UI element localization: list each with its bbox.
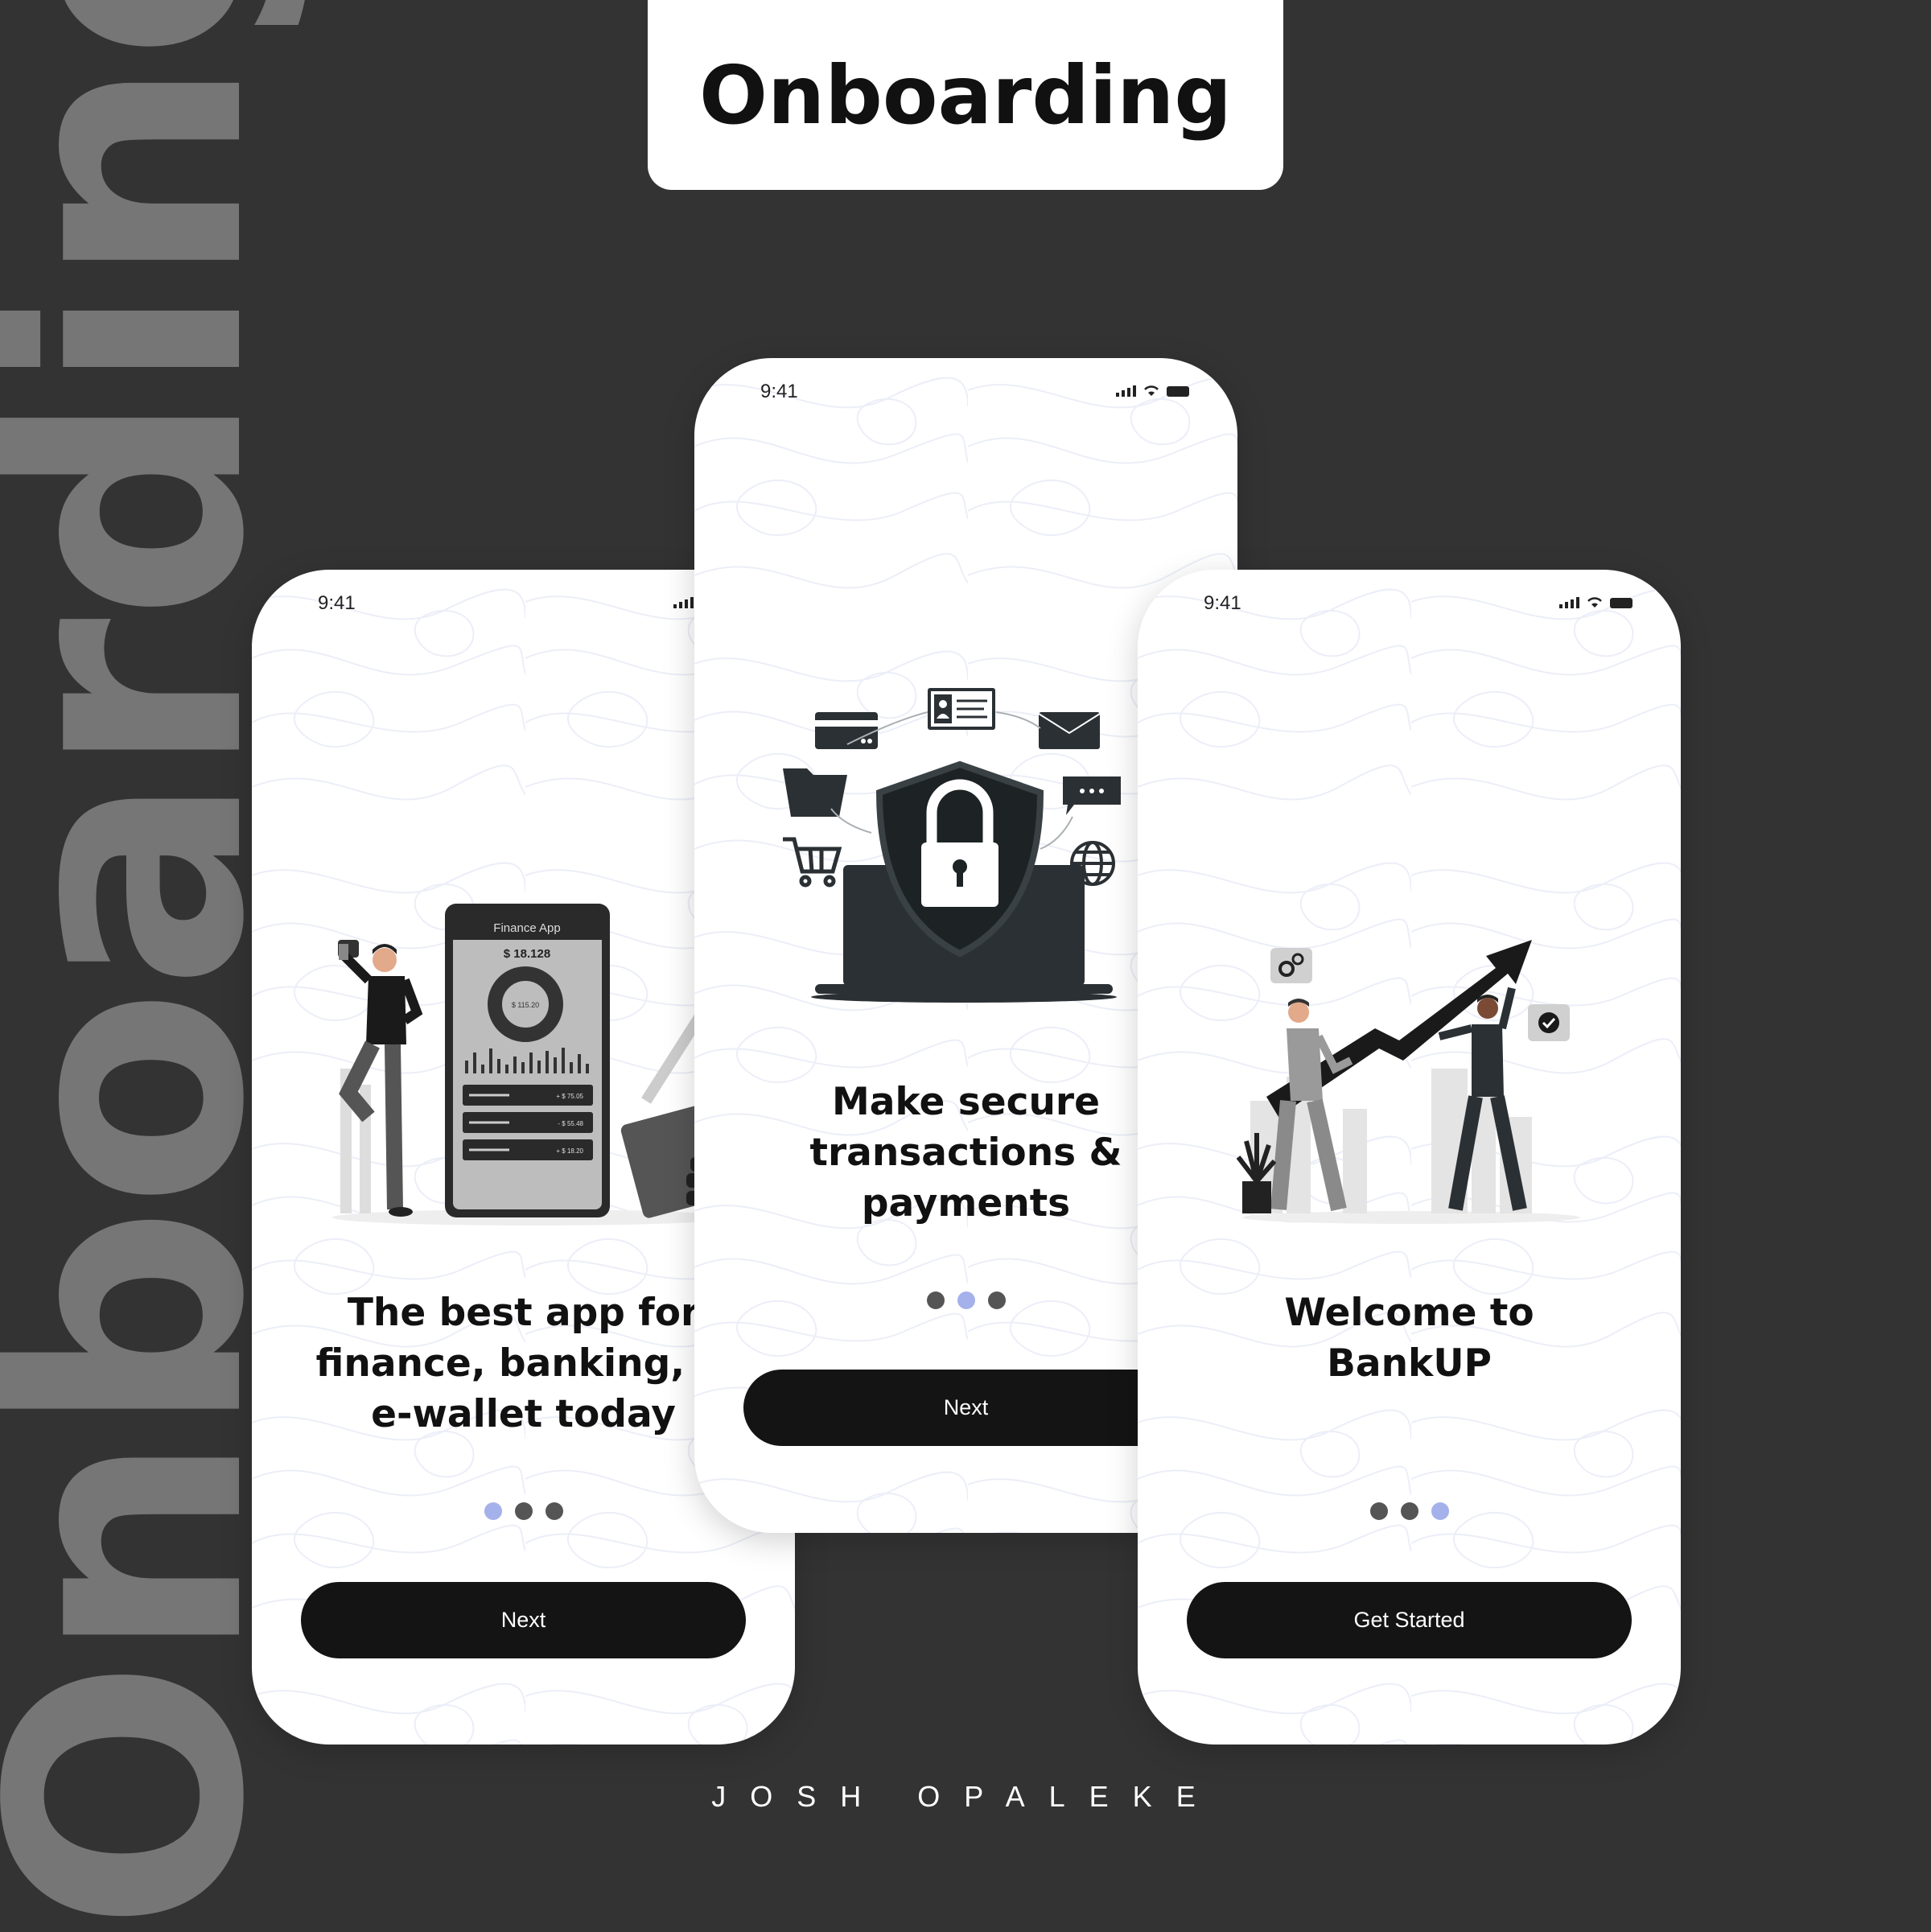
onboarding-headline: Welcome to BankUP [1138,1287,1681,1389]
status-time: 9:41 [760,381,798,402]
battery-icon [1167,386,1189,397]
security-illustration [783,688,1121,1003]
page-dot-active[interactable] [484,1502,502,1520]
signal-icon [673,597,694,608]
title-card: Onboarding [648,0,1283,190]
headline-line: BankUP [1327,1341,1492,1386]
page-dot[interactable] [514,1502,533,1520]
illus-app-title: Finance App [493,921,560,935]
next-button[interactable]: Next [743,1370,1188,1446]
page-dot-active[interactable] [957,1291,975,1309]
card-icon [815,712,878,749]
mail-icon [1038,712,1101,749]
illus-balance: $ 18.128 [504,947,550,961]
page-title: Onboarding [699,47,1232,142]
phone-screen-3: 9:41 Welcome to BankUP Get Started [1138,570,1681,1745]
illus-donut-value: $ 115.20 [512,1001,539,1009]
illus-row-amount: + $ 75.05 [556,1093,583,1100]
page-dot[interactable] [545,1502,563,1520]
page-indicator [1138,1502,1681,1520]
check-icon [1528,1004,1570,1041]
background-word: Onboarding [0,0,315,1932]
illus-row-amount: - $ 55.48 [558,1120,583,1127]
signal-icon [1116,385,1136,397]
id-card-icon [928,688,995,730]
author-credit: JOSH OPALEKE [711,1780,1220,1813]
wifi-icon [1587,597,1602,608]
signal-icon [1559,597,1579,608]
wifi-icon [1144,385,1159,396]
page-dot-active[interactable] [1431,1502,1449,1520]
finance-illustration: Finance App $ 18.128 $ 115.20 + $ 75.05 … [332,904,759,1226]
chat-icon [1063,777,1121,815]
folder-icon [783,768,847,817]
page-dot[interactable] [1400,1502,1418,1520]
next-button[interactable]: Next [301,1582,746,1658]
growth-illustration [1236,940,1580,1224]
status-icons [1559,595,1632,608]
status-icons [1116,384,1189,397]
status-time: 9:41 [1204,592,1241,614]
page-dot[interactable] [926,1291,945,1309]
globe-icon [1070,841,1115,886]
page-dot[interactable] [987,1291,1006,1309]
page-dot[interactable] [1369,1502,1388,1520]
gear-icon [1270,948,1312,983]
get-started-button[interactable]: Get Started [1187,1582,1632,1658]
illus-row-amount: + $ 18.20 [556,1147,583,1155]
battery-icon [1610,598,1632,608]
headline-line: Welcome to [1284,1291,1534,1335]
status-time: 9:41 [318,592,356,614]
cart-icon [783,837,842,888]
